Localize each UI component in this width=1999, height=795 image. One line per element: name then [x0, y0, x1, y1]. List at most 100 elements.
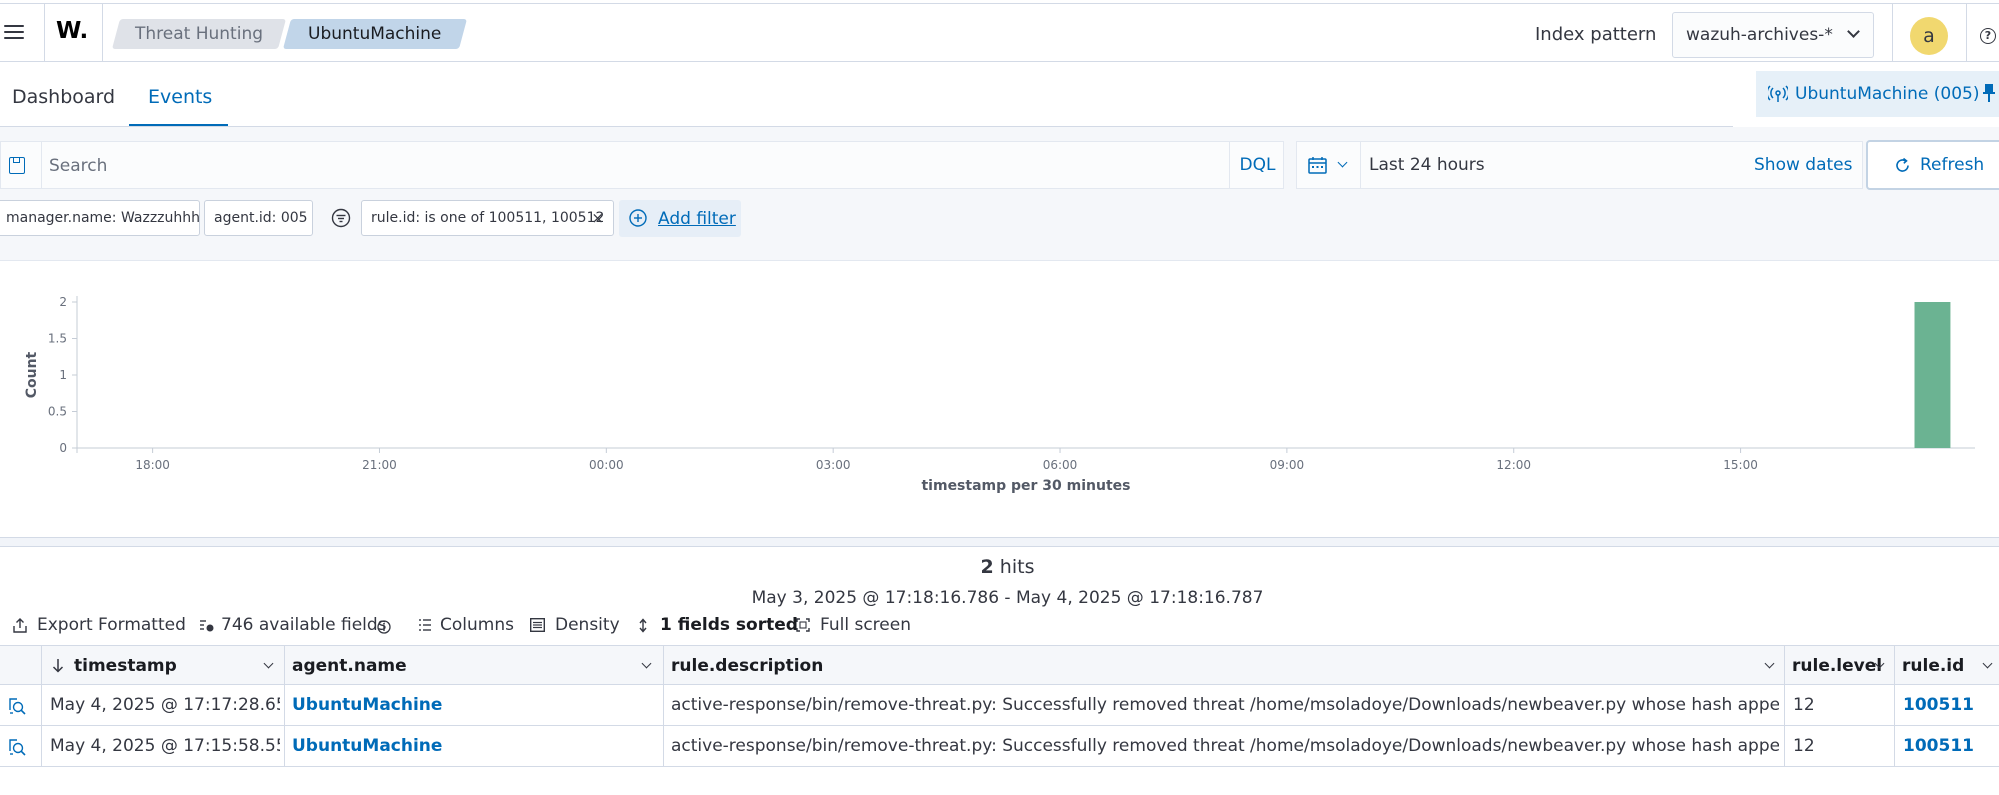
filter-pill-label: rule.id: is one of 100511, 100512 — [371, 210, 605, 226]
calendar-icon[interactable] — [1308, 156, 1327, 174]
close-icon[interactable]: × — [591, 201, 604, 235]
add-filter-label: Add filter — [658, 209, 736, 229]
refresh-button[interactable]: Refresh — [1866, 140, 1999, 190]
agent-pill-label: UbuntuMachine (005) — [1795, 84, 1980, 104]
header-divider — [1966, 4, 1967, 62]
header-timestamp[interactable]: timestamp — [74, 646, 254, 684]
index-pattern-select[interactable]: wazuh-archives-* — [1672, 12, 1874, 58]
add-filter-button[interactable]: Add filter — [619, 200, 741, 237]
y-tick-label: 1 — [59, 368, 67, 382]
cell-rule-id[interactable]: 100511 — [1903, 685, 1993, 725]
breadcrumb-threat-hunting[interactable]: Threat Hunting — [111, 19, 287, 49]
top-header: W. Threat Hunting UbuntuMachine Index pa… — [0, 3, 1999, 62]
wazuh-logo[interactable]: W. — [56, 18, 88, 44]
y-tick-label: 2 — [59, 295, 67, 309]
date-divider — [1360, 142, 1361, 188]
tab-events[interactable]: Events — [148, 86, 212, 108]
help-icon[interactable]: ? — [1980, 28, 1996, 44]
cell-timestamp: May 4, 2025 @ 17:15:58.553 — [50, 736, 280, 756]
x-tick-label: 09:00 — [1270, 458, 1305, 472]
events-table: timestamp agent.name rule.description ru… — [0, 645, 1999, 767]
search-bar: Search DQL — [0, 141, 1284, 189]
inspect-document-icon[interactable] — [7, 696, 27, 716]
column-divider — [41, 646, 42, 684]
sort-icon — [639, 618, 647, 633]
column-divider — [41, 726, 42, 766]
column-divider — [1784, 685, 1785, 725]
chevron-down-icon[interactable] — [641, 658, 652, 669]
time-range-value[interactable]: Last 24 hours — [1369, 155, 1485, 175]
avatar[interactable]: a — [1910, 17, 1948, 55]
y-tick-label: 0 — [59, 441, 67, 455]
header-divider — [102, 4, 103, 62]
header-agent-name[interactable]: agent.name — [292, 646, 622, 684]
refresh-icon — [1896, 157, 1909, 172]
breadcrumb-label: Threat Hunting — [134, 24, 263, 44]
histogram-chart: 0 0.5 1 1.5 2 18:00 21:00 00:00 03:00 06:00 09:00 1… — [24, 295, 1975, 494]
column-divider — [41, 685, 42, 725]
table-row[interactable]: May 4, 2025 @ 17:15:58.553 UbuntuMachine… — [0, 726, 1999, 767]
x-tick-label: 06:00 — [1043, 458, 1078, 472]
x-tick-label: 15:00 — [1723, 458, 1758, 472]
dql-toggle-button[interactable]: DQL — [1229, 142, 1285, 188]
filter-pill-manager-name[interactable]: manager.name: Wazzzuhhh — [0, 200, 200, 236]
filter-options-icon[interactable] — [331, 208, 351, 228]
y-tick-label: 1.5 — [48, 332, 67, 346]
refresh-label: Refresh — [1920, 155, 1985, 175]
index-pattern-label: Index pattern — [1535, 24, 1657, 45]
tab-dashboard[interactable]: Dashboard — [12, 86, 115, 108]
cell-rule-level: 12 — [1793, 736, 1815, 756]
x-axis-title: timestamp per 30 minutes — [921, 478, 1130, 494]
column-divider — [1784, 726, 1785, 766]
chevron-down-icon[interactable] — [263, 658, 274, 669]
time-range-summary: May 3, 2025 @ 17:18:16.786 - May 4, 2025… — [751, 588, 1264, 608]
show-dates-link[interactable]: Show dates — [1754, 155, 1852, 175]
column-divider — [663, 685, 664, 725]
header-divider — [44, 4, 45, 62]
chevron-down-icon[interactable] — [1764, 658, 1775, 669]
chevron-down-icon[interactable] — [1982, 658, 1993, 669]
columns-label: Columns — [440, 615, 514, 635]
table-row[interactable]: May 4, 2025 @ 17:17:28.654 UbuntuMachine… — [0, 685, 1999, 726]
y-axis-title: Count — [24, 351, 40, 398]
filter-pill-agent-id[interactable]: agent.id: 005 — [204, 200, 313, 236]
y-tick-label: 0.5 — [48, 405, 67, 419]
cell-agent-name[interactable]: UbuntuMachine — [292, 685, 652, 725]
filter-pill-rule-id[interactable]: rule.id: is one of 100511, 100512 × — [361, 200, 614, 236]
export-label: Export Formatted — [37, 615, 186, 635]
header-divider — [1892, 4, 1893, 62]
agent-selector-button[interactable]: UbuntuMachine (005) — [1756, 71, 1999, 117]
header-rule-description[interactable]: rule.description — [671, 646, 1751, 684]
header-rule-id[interactable]: rule.id — [1902, 646, 1972, 684]
column-divider — [1894, 726, 1895, 766]
pin-icon[interactable] — [1983, 84, 1995, 102]
column-divider — [1784, 646, 1785, 684]
sort-descending-icon[interactable] — [52, 658, 64, 673]
search-divider — [41, 142, 42, 188]
header-rule-level[interactable]: rule.level — [1792, 646, 1882, 684]
fields-icon — [200, 620, 214, 632]
x-tick-label: 21:00 — [362, 458, 397, 472]
plus-circle-icon — [629, 209, 647, 227]
cell-rule-level: 12 — [1793, 695, 1815, 715]
breadcrumb-ubuntu-machine[interactable]: UbuntuMachine — [282, 19, 468, 49]
chart-divider — [0, 537, 1999, 547]
chevron-down-icon — [1847, 25, 1860, 38]
density-icon — [530, 618, 545, 632]
hits-count: 2 — [980, 556, 994, 578]
column-divider — [1894, 685, 1895, 725]
x-tick-label: 18:00 — [135, 458, 170, 472]
cell-rule-id[interactable]: 100511 — [1903, 726, 1993, 766]
filters-divider — [0, 260, 1999, 261]
cell-agent-name[interactable]: UbuntuMachine — [292, 726, 652, 766]
menu-icon[interactable] — [4, 25, 24, 41]
column-divider — [284, 646, 285, 684]
chevron-down-icon[interactable] — [1337, 157, 1348, 168]
column-divider — [1894, 646, 1895, 684]
search-input[interactable]: Search — [49, 156, 107, 176]
column-divider — [284, 685, 285, 725]
info-icon[interactable] — [377, 620, 391, 634]
inspect-document-icon[interactable] — [7, 737, 27, 757]
saved-query-icon[interactable] — [9, 157, 25, 174]
column-divider — [663, 726, 664, 766]
